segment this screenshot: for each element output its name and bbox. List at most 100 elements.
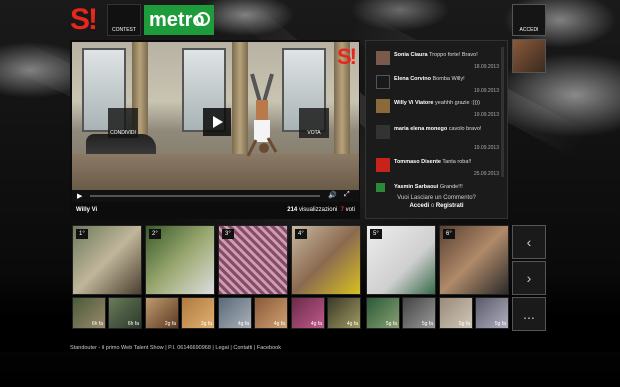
recent-ago: 2g fa: [164, 321, 176, 327]
comment-author[interactable]: Willy Vi Viatore: [394, 100, 434, 106]
metro-logo[interactable]: metro: [144, 5, 214, 35]
comment-text: Bomba Willy!: [432, 76, 465, 82]
ranking-thumb[interactable]: 1°: [72, 225, 142, 295]
footer-separator: |: [253, 345, 256, 351]
comment-date: 18.09.2013: [473, 64, 499, 70]
recent-ago: 6h fa: [91, 321, 103, 327]
rank-badge: 5°: [370, 229, 382, 239]
prev-page-button[interactable]: ‹: [512, 225, 546, 259]
ranking-thumb[interactable]: 3°: [218, 225, 288, 295]
recent-thumb[interactable]: 4g fa: [218, 297, 252, 329]
chevron-right-icon: ›: [526, 270, 532, 286]
comments-scrollbar[interactable]: [501, 47, 504, 177]
recent-ago: 5g fa: [458, 321, 470, 327]
share-label: CONDIVIDI: [110, 130, 136, 136]
login-button[interactable]: ACCEDI: [512, 4, 546, 36]
comment-text-block: Willy Vi Viatore yeahhh grazie :)))): [394, 100, 502, 107]
comment-author[interactable]: maria elena monego: [394, 126, 447, 132]
comment-avatar[interactable]: [376, 99, 390, 113]
more-button[interactable]: ...: [512, 297, 546, 331]
footer-legal-link[interactable]: Legal: [215, 345, 228, 351]
comment-text-block: Yasmin Sarbaoui Grande!!!: [394, 184, 502, 191]
user-avatar[interactable]: [512, 39, 546, 73]
progress-bar[interactable]: [90, 195, 320, 197]
recent-thumb[interactable]: 4g fa: [327, 297, 361, 329]
play-button[interactable]: [203, 108, 231, 136]
footer-contacts-link[interactable]: Contatti: [233, 345, 252, 351]
standouter-logo[interactable]: S!: [70, 4, 104, 36]
video-info: Willy Vi 214 visualizzazioni 7 voti: [72, 205, 359, 217]
recent-thumb[interactable]: 3g fa: [181, 297, 215, 329]
recent-ago: 4g fa: [310, 321, 322, 327]
recent-thumb[interactable]: 4g fa: [254, 297, 288, 329]
comment-text: cavolo bravo!: [448, 126, 482, 132]
comment-register-link[interactable]: Registrati: [436, 203, 464, 209]
video-author[interactable]: Willy Vi: [76, 207, 97, 213]
comment-avatar[interactable]: [376, 125, 390, 139]
comment-cta: Vuoi Lasciare un Commento? Accedi o Regi…: [366, 194, 507, 210]
comment-avatar[interactable]: [376, 51, 390, 65]
ranking-thumb[interactable]: 4°: [291, 225, 361, 295]
votes-label: voti: [345, 207, 355, 213]
recent-ago: 3g fa: [200, 321, 212, 327]
footer-brand: Standouter - il primo Web Talent Show: [70, 345, 164, 351]
comment-text: Troppo forte! Bravo!: [429, 52, 478, 58]
comment-text: yeahhh grazie :)))): [435, 100, 480, 106]
comment-date: 19.09.2013: [473, 88, 499, 94]
video-badge: S!: [337, 44, 357, 69]
ranking-thumb[interactable]: 6°: [439, 225, 509, 295]
recent-ago: 4g fa: [237, 321, 249, 327]
vote-label: VOTA: [307, 130, 321, 136]
comment-avatar[interactable]: [376, 75, 390, 89]
volume-icon[interactable]: 🔊: [328, 191, 337, 199]
comment-author[interactable]: Yasmin Sarbaoui: [394, 184, 438, 190]
recent-ago: 4g fa: [346, 321, 358, 327]
recent-thumb[interactable]: 2g fa: [145, 297, 179, 329]
recent-thumb[interactable]: 5g fa: [402, 297, 436, 329]
comment-item: Willy Vi Viatore yeahhh grazie :)))) 19.…: [376, 99, 501, 121]
comment-text-block: Sonia Ciaura Troppo forte! Bravo!: [394, 52, 502, 59]
comment-author[interactable]: Elena Corvino: [394, 76, 431, 82]
recent-thumb[interactable]: 6h fa: [108, 297, 142, 329]
play-small-icon[interactable]: ▶: [77, 192, 82, 200]
rank-badge: 3°: [222, 229, 234, 239]
comment-date: 19.09.2013: [473, 112, 499, 118]
next-page-button[interactable]: ›: [512, 261, 546, 295]
comment-item: Elena Corvino Bomba Willy! 19.09.2013: [376, 75, 501, 97]
contest-label: CONTEST: [112, 27, 136, 33]
footer-separator: |: [230, 345, 232, 351]
comment-item: Sonia Ciaura Troppo forte! Bravo! 18.09.…: [376, 51, 501, 73]
recent-thumb[interactable]: 5g fa: [366, 297, 400, 329]
recent-thumb[interactable]: 5g fa: [439, 297, 473, 329]
ranking-thumb[interactable]: 5°: [366, 225, 436, 295]
recent-ago: 6h fa: [127, 321, 139, 327]
recent-thumb[interactable]: 4g fa: [291, 297, 325, 329]
comment-item: Tommaso Disente Tanta roba!! 25.09.2013: [376, 158, 501, 180]
comment-text: Tanta roba!!: [442, 159, 472, 165]
ranking-thumb[interactable]: 2°: [145, 225, 215, 295]
footer: Standouter - il primo Web Talent Show | …: [70, 345, 370, 351]
comment-author[interactable]: Sonia Ciaura: [394, 52, 428, 58]
footer-piva: P.I. 06146690968: [168, 345, 211, 351]
more-label: ...: [523, 306, 535, 322]
comment-login-link[interactable]: Accedi: [409, 203, 429, 209]
recent-thumb[interactable]: 6h fa: [72, 297, 106, 329]
views-label: visualizzazioni: [298, 207, 338, 213]
chevron-left-icon: ‹: [526, 234, 532, 250]
contest-button[interactable]: CONTEST: [107, 4, 141, 36]
recent-ago: 5g fa: [494, 321, 506, 327]
comment-avatar[interactable]: [376, 183, 385, 192]
vote-button[interactable]: VOTA: [299, 108, 329, 138]
footer-facebook-link[interactable]: Facebook: [257, 345, 281, 351]
recent-ago: 5g fa: [421, 321, 433, 327]
recent-ago: 5g fa: [385, 321, 397, 327]
comment-avatar[interactable]: [376, 158, 390, 172]
share-button[interactable]: CONDIVIDI: [108, 108, 138, 138]
recent-ago: 4g fa: [273, 321, 285, 327]
video-stats: 214 visualizzazioni 7 voti: [287, 207, 355, 213]
fullscreen-icon[interactable]: ⤢: [344, 191, 350, 199]
comment-date: 19.09.2013: [473, 145, 499, 151]
recent-thumb[interactable]: 5g fa: [475, 297, 509, 329]
footer-separator: |: [212, 345, 214, 351]
comment-author[interactable]: Tommaso Disente: [394, 159, 441, 165]
